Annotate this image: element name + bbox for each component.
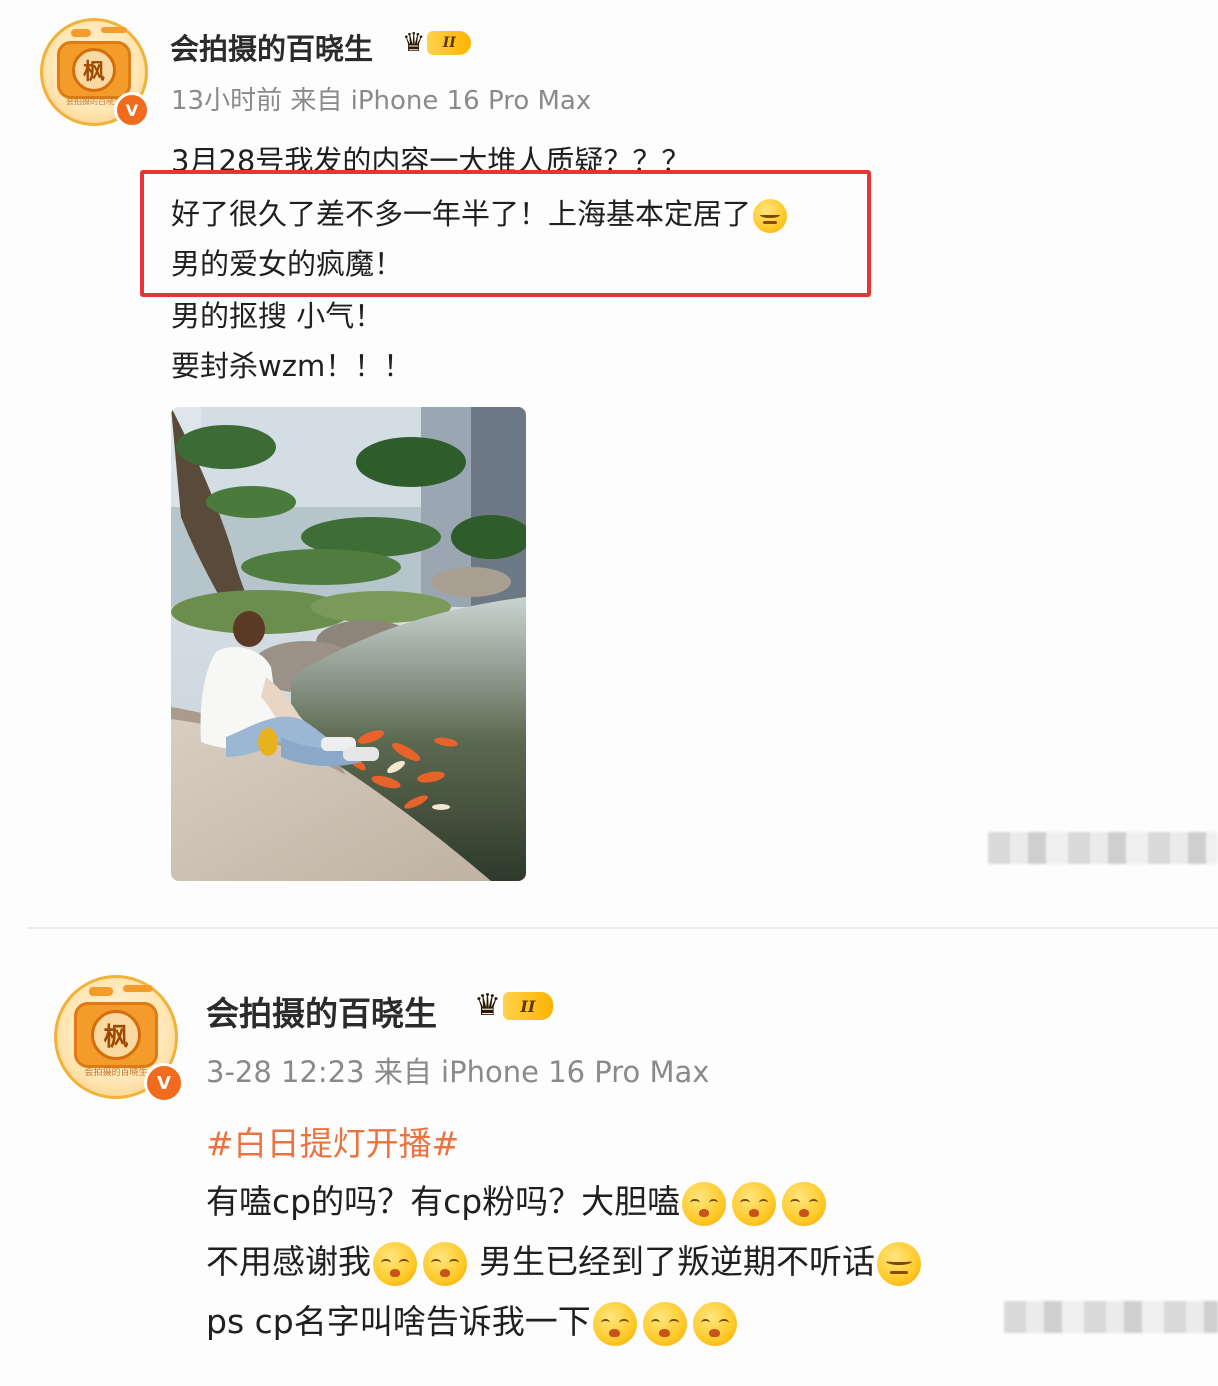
level-badge: II xyxy=(502,992,553,1020)
avatar-lens-char: 枫 xyxy=(91,1009,141,1060)
red-highlight-box xyxy=(140,170,871,297)
camera-flash-shape xyxy=(71,29,91,37)
post-meta: 3-28 12:23 来自 iPhone 16 Pro Max xyxy=(206,1055,710,1089)
cry-emoji-icon xyxy=(592,1301,637,1346)
smirk-emoji-icon xyxy=(877,1241,921,1286)
post-text-line: 要封杀wzm！！！ xyxy=(171,349,413,383)
camera-flash-shape xyxy=(123,985,153,992)
member-badge[interactable]: ♛ II xyxy=(474,991,553,1021)
username[interactable]: 会拍摄的百晓生 xyxy=(206,987,437,1035)
cry-emoji-icon xyxy=(642,1301,687,1346)
username[interactable]: 会拍摄的百晓生 xyxy=(170,26,373,68)
post-text-line: 男的抠搜 小气！ xyxy=(171,299,384,333)
post-text-line: 不用感谢我 男生已经到了叛逆期不听话 xyxy=(206,1235,921,1286)
post-text-segment: ps cp名字叫啥告诉我一下 xyxy=(206,1302,591,1341)
post-text-line: ps cp名字叫啥告诉我一下 xyxy=(206,1295,737,1346)
cry-emoji-icon xyxy=(373,1241,417,1286)
post-text-segment: 男生已经到了叛逆期不听话 xyxy=(479,1242,875,1281)
level-badge: II xyxy=(427,31,472,55)
camera-icon: 枫 xyxy=(57,40,131,99)
camera-flash-shape xyxy=(89,987,113,996)
crown-icon: ♛ xyxy=(474,988,501,1023)
cry-emoji-icon xyxy=(692,1301,737,1346)
cry-emoji-icon xyxy=(732,1181,777,1226)
crown-icon: ♛ xyxy=(402,28,426,58)
weibo-post-2: 枫 会拍摄的百晓生 V 会拍摄的百晓生 ♛ II 3-28 12:23 来自 i… xyxy=(0,935,1218,1386)
cry-emoji-icon xyxy=(782,1181,827,1226)
verified-icon: V xyxy=(114,92,150,128)
post-text-segment: 有嗑cp的吗？有cp粉吗？大胆嗑 xyxy=(206,1182,681,1221)
camera-icon: 枫 xyxy=(74,1001,158,1068)
post-divider xyxy=(28,927,1218,929)
blurred-region xyxy=(1004,1301,1218,1333)
verified-icon: V xyxy=(144,1063,184,1103)
post-image[interactable] xyxy=(171,407,526,881)
post-text-line: 有嗑cp的吗？有cp粉吗？大胆嗑 xyxy=(206,1175,827,1226)
camera-flash-shape xyxy=(101,27,127,33)
photo-man-by-koi-pond-icon xyxy=(171,407,526,881)
topic-hashtag[interactable]: #白日提灯开播# xyxy=(206,1117,459,1165)
avatar-lens-char: 枫 xyxy=(72,47,116,92)
weibo-post-1: 枫 会拍摄的百晓生 V 会拍摄的百晓生 ♛ II 13小时前 来自 iPhone… xyxy=(0,0,1218,925)
member-badge[interactable]: ♛ II xyxy=(402,28,472,58)
cry-emoji-icon xyxy=(423,1241,467,1286)
cry-emoji-icon xyxy=(682,1181,727,1226)
post-meta: 13小时前 来自 iPhone 16 Pro Max xyxy=(171,86,592,116)
post-text-segment: 不用感谢我 xyxy=(206,1242,371,1281)
blurred-region xyxy=(988,832,1218,864)
